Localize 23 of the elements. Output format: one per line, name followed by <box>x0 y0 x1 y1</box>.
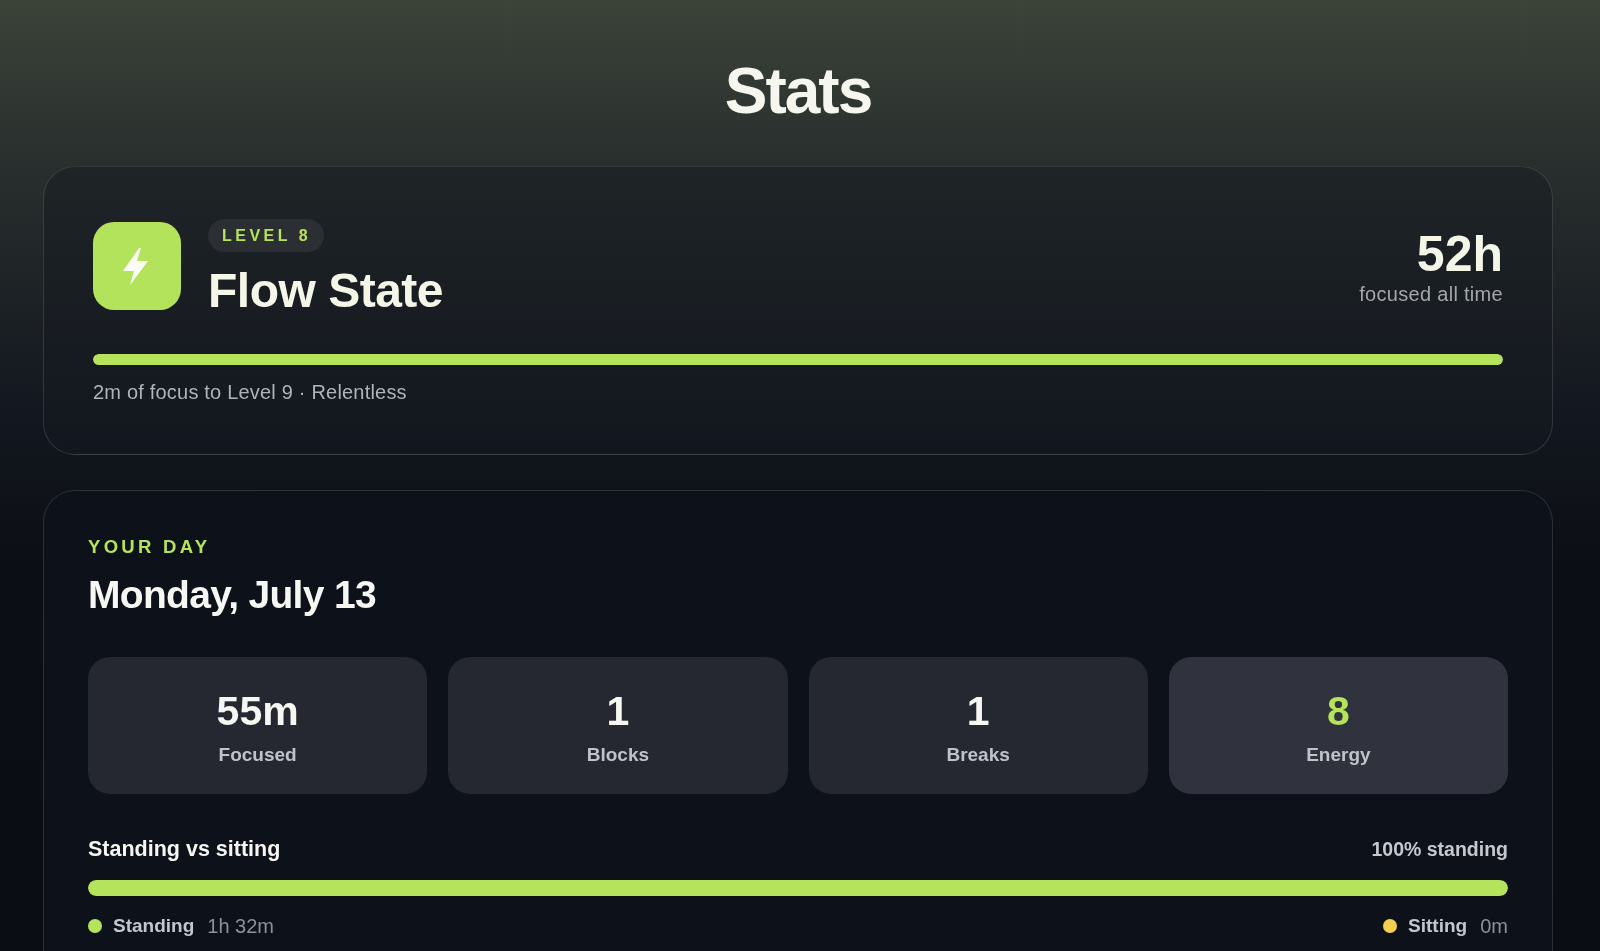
posture-title: Standing vs sitting <box>88 836 281 862</box>
level-title: Flow State <box>208 265 444 317</box>
stat-value: 55m <box>216 688 299 734</box>
level-caption: 2m of focus to Level 9 · Relentless <box>93 380 408 404</box>
legend-label: Standing <box>113 914 195 938</box>
level-badge: LEVEL 8 <box>208 219 325 252</box>
posture-summary: 100% standing <box>1371 837 1508 862</box>
page-title: Stats <box>724 59 872 123</box>
stat-value: 1 <box>966 688 990 734</box>
stat-label: Breaks <box>946 743 1010 767</box>
total-hours-label: focused all time <box>1359 282 1503 306</box>
legend-value: 1h 32m <box>207 914 274 938</box>
section-eyebrow: YOUR DAY <box>88 536 212 558</box>
stat-label: Energy <box>1306 743 1371 767</box>
date-heading: Monday, July 13 <box>88 572 377 618</box>
legend-label: Sitting <box>1408 914 1468 938</box>
lightning-bolt-icon <box>93 222 181 310</box>
stat-value: 8 <box>1326 688 1350 734</box>
legend-value: 0m <box>1480 914 1508 938</box>
total-hours: 52h <box>1416 227 1503 281</box>
stat-label: Blocks <box>586 743 650 767</box>
stat-label: Focused <box>218 743 297 767</box>
stat-value: 1 <box>606 688 630 734</box>
